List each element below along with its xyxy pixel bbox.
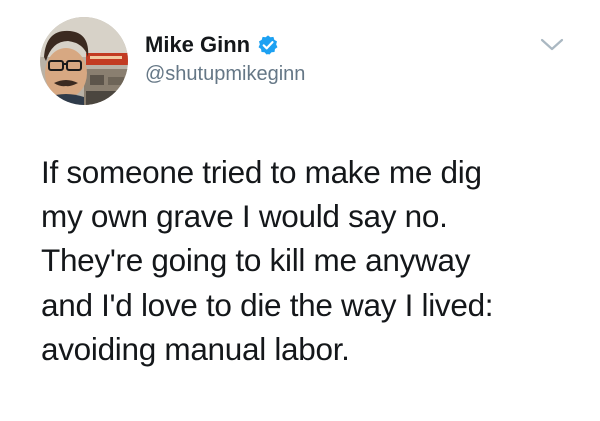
- tweet-text-line: They're going to kill me anyway: [41, 242, 471, 279]
- tweet-text-line: and I'd love to die the way I lived:: [41, 286, 494, 323]
- display-name[interactable]: Mike Ginn: [145, 32, 250, 58]
- tweet-text-line: If someone tried to make me dig: [41, 154, 482, 190]
- tweet-card: Mike Ginn @shutupmikeginn If someone tri…: [0, 0, 600, 421]
- username[interactable]: @shutupmikeginn: [145, 63, 305, 86]
- verified-badge-icon: [257, 34, 279, 56]
- avatar[interactable]: [40, 17, 128, 105]
- tweet-text-line: avoiding manual labor.: [41, 330, 350, 367]
- tweet-text-line: my own grave I would say no.: [41, 198, 448, 235]
- author-name-row: Mike Ginn: [145, 30, 279, 60]
- tweet-text: If someone tried to make me dig my own g…: [41, 150, 586, 371]
- chevron-down-icon[interactable]: [538, 34, 566, 54]
- avatar-photo: [40, 17, 128, 105]
